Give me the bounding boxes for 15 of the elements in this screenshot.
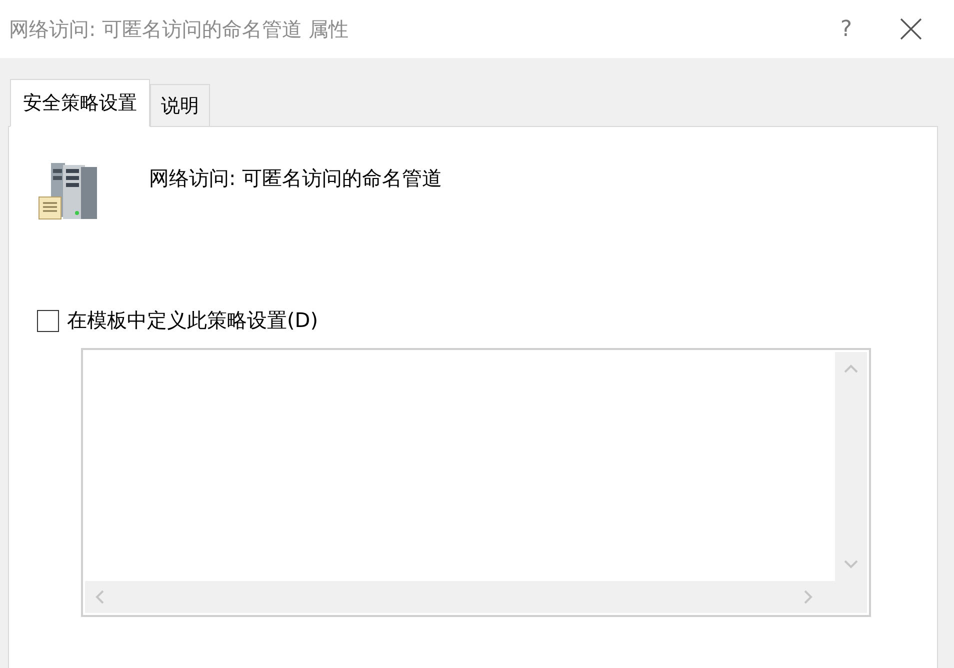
help-button[interactable]: ? bbox=[840, 16, 852, 42]
policy-name: 网络访问: 可匿名访问的命名管道 bbox=[149, 165, 442, 192]
scroll-right-icon[interactable] bbox=[803, 590, 813, 604]
horizontal-scrollbar[interactable] bbox=[85, 581, 835, 613]
list-box[interactable] bbox=[81, 348, 871, 617]
tab[interactable]: 说明 bbox=[150, 84, 210, 127]
scroll-left-icon[interactable] bbox=[95, 590, 105, 604]
vertical-scrollbar[interactable] bbox=[835, 352, 867, 581]
tab[interactable]: 安全策略设置 bbox=[10, 79, 150, 127]
checkbox[interactable] bbox=[37, 310, 59, 332]
close-button[interactable] bbox=[900, 18, 922, 40]
scroll-up-icon[interactable] bbox=[844, 364, 858, 374]
scroll-down-icon[interactable] bbox=[844, 559, 858, 569]
checkbox-label[interactable]: 在模板中定义此策略设置(D) bbox=[67, 307, 318, 334]
window-title: 网络访问: 可匿名访问的命名管道 属性 bbox=[9, 16, 348, 42]
